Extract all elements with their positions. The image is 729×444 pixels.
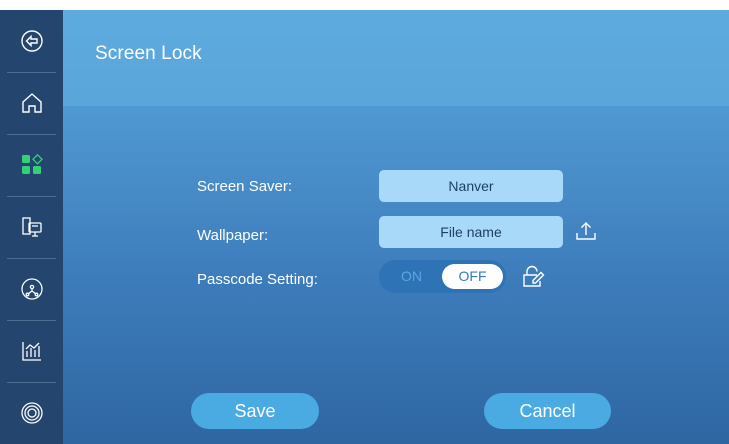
header-bar: Screen Lock — [63, 10, 729, 106]
screen-saver-label: Screen Saver: — [197, 178, 293, 195]
screen-saver-value: Nanver — [448, 178, 494, 194]
cancel-button-label: Cancel — [519, 400, 576, 421]
passcode-toggle[interactable]: ON OFF — [379, 260, 506, 293]
cancel-button[interactable]: Cancel — [484, 393, 611, 429]
main-panel: Screen Lock Screen Saver: Nanver Wallpap… — [63, 10, 729, 444]
network-icon — [20, 277, 44, 301]
toggle-on-option[interactable]: ON — [401, 260, 422, 293]
upload-icon — [575, 222, 597, 246]
toggle-off-option[interactable]: OFF — [442, 264, 503, 289]
passcode-edit-button[interactable] — [521, 264, 545, 293]
devices-icon — [20, 215, 44, 239]
page-title: Screen Lock — [95, 43, 202, 64]
bar-chart-icon — [20, 339, 44, 363]
save-button[interactable]: Save — [191, 393, 319, 429]
back-arrow-icon — [20, 29, 44, 53]
upload-button[interactable] — [575, 220, 597, 247]
lock-edit-icon — [521, 265, 545, 292]
sidebar-item-settings[interactable] — [0, 382, 63, 443]
sidebar-item-network[interactable] — [0, 258, 63, 319]
sidebar-item-statistics[interactable] — [0, 320, 63, 381]
target-icon — [20, 401, 44, 425]
back-button[interactable] — [0, 10, 63, 71]
sidebar-item-home[interactable] — [0, 72, 63, 133]
save-button-label: Save — [234, 400, 276, 421]
screen-saver-field[interactable]: Nanver — [379, 170, 563, 202]
apps-grid-icon — [21, 153, 43, 176]
home-icon — [20, 91, 44, 115]
wallpaper-value: File name — [440, 224, 502, 240]
wallpaper-label: Wallpaper: — [197, 227, 269, 244]
wallpaper-field[interactable]: File name — [379, 216, 563, 248]
passcode-label: Passcode Setting: — [197, 271, 318, 288]
sidebar-item-apps[interactable] — [0, 134, 63, 195]
sidebar-item-devices[interactable] — [0, 196, 63, 257]
sidebar — [0, 10, 63, 444]
app-frame: Screen Lock Screen Saver: Nanver Wallpap… — [0, 10, 729, 444]
